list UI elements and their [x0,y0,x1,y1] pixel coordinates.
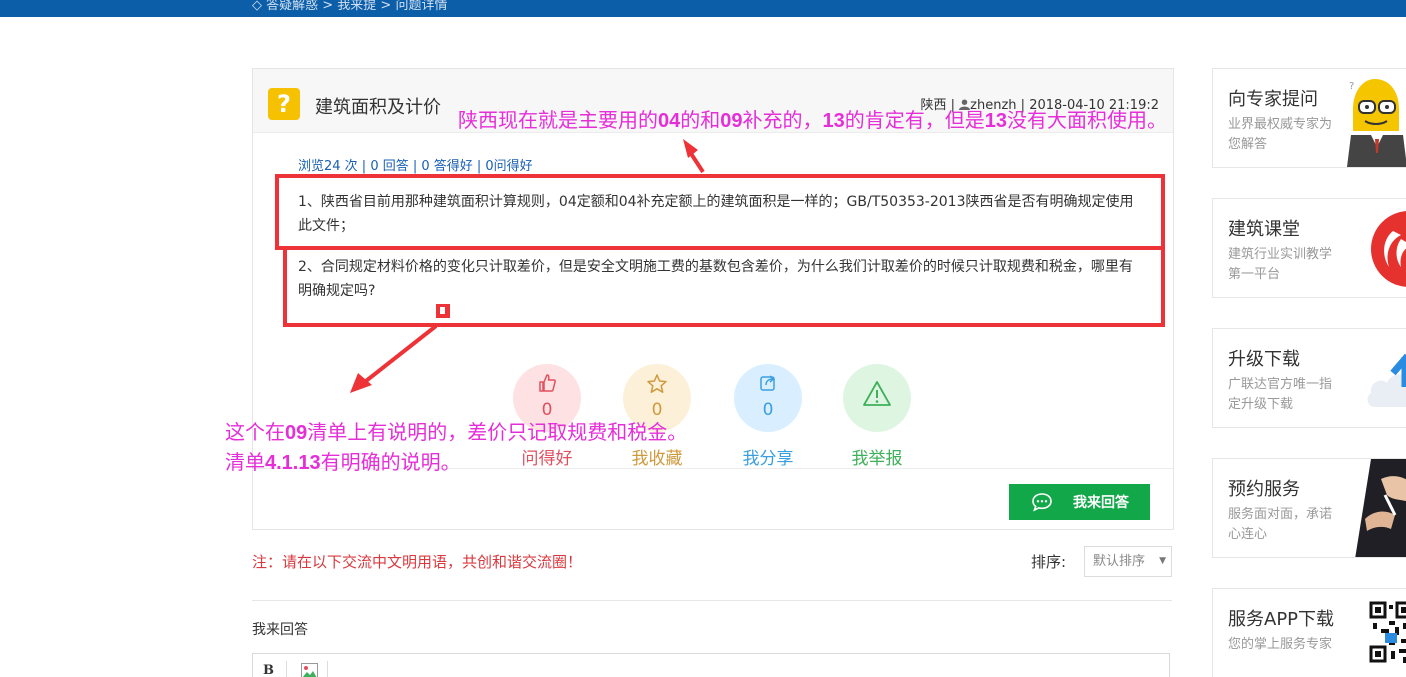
sidebar-ask-expert[interactable]: 向专家提问 业界最权威专家为您解答 ? [1212,68,1406,168]
top-nav-bar: ◇ 答疑解惑 > 我来提 > 问题详情 [0,0,1406,17]
sidebar-app-download[interactable]: 服务APP下载 您的掌上服务专家 [1212,588,1406,677]
sort-label: 排序: [1031,553,1067,571]
share-circle[interactable]: 0 [734,364,802,432]
sidebar-desc: 业界最权威专家为您解答 [1228,117,1333,152]
annotation-bottom-line-1: 这个在09清单上有说明的，差价只记取规费和税金。 [225,420,688,444]
answer-editor-toolbar: B [252,653,1170,677]
annotation-bottom-line-2: 清单4.1.13有明确的说明。 [225,450,461,474]
sidebar-desc: 您的掌上服务专家 [1228,637,1333,652]
my-answer-heading: 我来回答 [252,622,308,638]
sidebar-upgrade-download[interactable]: 升级下载 广联达官方唯一指定升级下载 [1212,328,1406,428]
question-mark-icon: ? [268,88,300,120]
svg-text:?: ? [1349,81,1354,92]
highlight-box-2 [283,246,1165,327]
course-logo-icon [1371,211,1406,287]
share-count: 0 [762,400,774,420]
report-circle[interactable] [843,364,911,432]
star-icon [647,374,667,393]
like-label[interactable]: 问得好 [513,444,581,469]
sidebar-desc: 服务面对面，承诺心连心 [1228,507,1333,542]
sidebar-desc: 广联达官方唯一指定升级下载 [1228,377,1333,412]
toolbar-separator [327,661,328,677]
image-insert-icon[interactable] [301,663,318,677]
report-label[interactable]: 我举报 [843,444,911,469]
answer-button[interactable]: 我来回答 [1009,484,1150,520]
sidebar-title: 升级下载 [1228,349,1300,370]
question-title: 建筑面积及计价 [315,97,441,118]
highlight-box-1 [275,174,1165,250]
sidebar-building-class[interactable]: 建筑课堂 建筑行业实训教学第一平台 [1212,198,1406,298]
annotation-top: 陕西现在就是主要用的04的和09补充的，13的肯定有，但是13没有大面积使用。 [458,108,1167,132]
favorite-label[interactable]: 我收藏 [623,444,691,469]
chat-bubble-icon [1032,493,1052,512]
qr-code-icon [1369,601,1406,677]
sidebar-desc: 建筑行业实训教学第一平台 [1228,247,1333,282]
bold-button[interactable]: B [263,663,274,677]
sidebar-title: 服务APP下载 [1228,609,1335,630]
handshake-icon [1355,459,1406,557]
warning-icon [863,381,891,406]
section-divider [252,600,1172,601]
answer-button-label: 我来回答 [1073,494,1129,510]
chevron-down-icon: ▼ [1159,556,1166,566]
sort-selected-value: 默认排序 [1093,554,1146,569]
sidebar-appointment-service[interactable]: 预约服务 服务面对面，承诺心连心 [1212,458,1406,558]
question-stats: 浏览24 次 | 0 回答 | 0 答得好 | 0问得好 [298,159,533,174]
share-action[interactable]: 0 我分享 [734,364,802,469]
share-icon [760,375,775,391]
expert-mascot-icon: ? [1347,79,1406,167]
sidebar-title: 向专家提问 [1228,89,1318,110]
breadcrumb[interactable]: ◇ 答疑解惑 > 我来提 > 问题详情 [252,0,447,13]
share-label[interactable]: 我分享 [734,444,802,469]
report-action[interactable]: 我举报 [843,364,911,469]
toolbar-separator [286,661,287,677]
sidebar-title: 预约服务 [1228,479,1300,500]
thumbs-up-icon [539,374,556,392]
sidebar-title: 建筑课堂 [1228,219,1300,240]
sort-select[interactable]: 默认排序 ▼ [1084,546,1172,577]
cloud-download-icon [1367,353,1406,407]
civility-note: 注：请在以下交流中文明用语，共创和谐交流圈！ [252,553,583,571]
